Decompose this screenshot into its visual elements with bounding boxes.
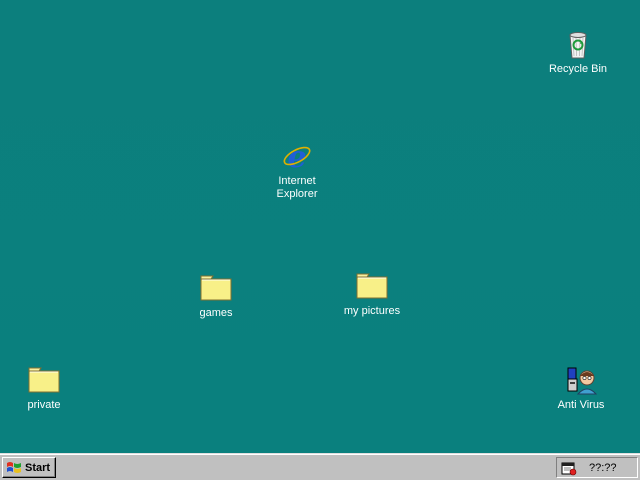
internet-explorer-icon: e <box>283 140 311 172</box>
desktop-icon-internet-explorer[interactable]: e Internet Explorer <box>257 140 337 201</box>
desktop-icon-label: games <box>199 307 233 319</box>
windows-logo-icon <box>7 461 21 473</box>
desktop-icon-label: Recycle Bin <box>548 63 608 75</box>
desktop-icon-anti-virus[interactable]: Anti Virus <box>541 364 621 412</box>
svg-text:e: e <box>287 140 306 172</box>
desktop: Recycle Bin e Internet Explorer games my… <box>0 0 640 453</box>
folder-icon <box>200 275 232 301</box>
taskbar: Start ??:?? <box>0 453 640 480</box>
desktop-icon-games[interactable]: games <box>176 272 256 320</box>
desktop-icon-recycle-bin[interactable]: Recycle Bin <box>538 28 618 76</box>
system-tray: ??:?? <box>556 457 638 478</box>
desktop-icon-label: my pictures <box>343 305 401 317</box>
anti-virus-icon <box>567 367 597 395</box>
folder-icon <box>28 367 60 393</box>
recycle-bin-icon <box>569 32 587 59</box>
taskbar-clock[interactable]: ??:?? <box>589 462 617 474</box>
start-button[interactable]: Start <box>2 457 56 478</box>
desktop-icon-private[interactable]: private <box>4 364 84 412</box>
start-button-label: Start <box>25 461 51 474</box>
scheduler-icon[interactable] <box>561 460 577 476</box>
folder-icon <box>356 273 388 299</box>
desktop-icon-label: Internet Explorer <box>276 175 318 200</box>
desktop-icon-label: private <box>27 399 61 411</box>
desktop-icon-label: Anti Virus <box>557 399 605 411</box>
desktop-icon-my-pictures[interactable]: my pictures <box>332 270 412 318</box>
